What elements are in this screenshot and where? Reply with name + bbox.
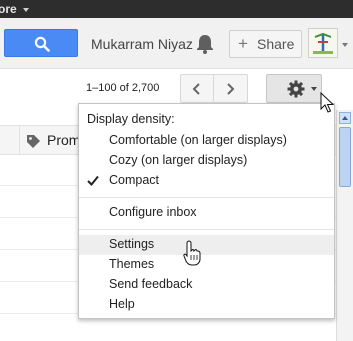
share-button[interactable]: + Share — [229, 30, 302, 58]
scrollbar-thumb[interactable] — [339, 127, 351, 187]
chevron-right-icon — [227, 83, 235, 95]
density-option-comfortable[interactable]: Comfortable (on larger displays) — [79, 131, 334, 151]
density-option-label: Compact — [109, 173, 160, 187]
account-caret-icon[interactable] — [342, 43, 348, 47]
more-caret-icon[interactable] — [23, 8, 29, 12]
scroll-up-arrow-icon — [342, 116, 348, 120]
newer-page-button[interactable] — [214, 74, 248, 103]
menu-item-themes[interactable]: Themes — [79, 255, 334, 275]
account-name[interactable]: Mukarram Niyaz — [91, 36, 193, 52]
scrollbar[interactable] — [336, 110, 353, 341]
menu-item-help[interactable]: Help — [79, 295, 334, 315]
plus-icon: + — [238, 34, 248, 53]
hand-pointer-cursor-icon — [183, 240, 201, 266]
menu-divider — [79, 197, 334, 198]
density-option-label: Cozy (on larger displays) — [109, 153, 248, 167]
avatar[interactable] — [308, 28, 338, 58]
gear-caret-icon — [311, 87, 317, 91]
more-menu-link[interactable]: ore — [0, 2, 17, 16]
menu-item-label: Settings — [109, 237, 155, 251]
tag-icon — [27, 135, 40, 148]
tab-promotions-label: Prom — [47, 132, 81, 148]
older-page-button[interactable] — [180, 74, 214, 103]
top-navigation-bar: ore — [0, 0, 353, 18]
avatar-image — [309, 29, 337, 57]
menu-item-settings[interactable]: Settings — [79, 235, 334, 255]
density-option-cozy[interactable]: Cozy (on larger displays) — [79, 151, 334, 171]
density-option-compact[interactable]: Compact — [79, 171, 334, 191]
configure-inbox-item[interactable]: Configure inbox — [79, 203, 334, 223]
app-header: Mukarram Niyaz + Share — [0, 18, 353, 69]
menu-item-label: Themes — [109, 257, 155, 271]
settings-gear-button[interactable] — [266, 74, 322, 103]
menu-item-send-feedback[interactable]: Send feedback — [79, 275, 334, 295]
notification-bell-icon[interactable] — [195, 33, 215, 55]
scroll-up-button[interactable] — [339, 112, 351, 124]
pagination-count: 1–100 of 2,700 — [86, 82, 160, 94]
checkmark-icon — [87, 175, 99, 186]
search-button[interactable] — [4, 29, 78, 57]
chevron-left-icon — [192, 83, 200, 95]
share-label: Share — [257, 36, 295, 52]
display-density-heading: Display density: — [87, 112, 175, 126]
density-option-label: Comfortable (on larger displays) — [109, 133, 287, 147]
menu-divider — [79, 229, 334, 230]
arrow-cursor-icon — [320, 92, 334, 113]
menu-item-label: Help — [109, 297, 135, 311]
configure-inbox-label: Configure inbox — [109, 205, 197, 219]
settings-dropdown-menu: Display density: Comfortable (on larger … — [78, 103, 335, 319]
gear-icon — [287, 80, 305, 98]
menu-item-label: Send feedback — [109, 277, 193, 291]
search-icon — [34, 36, 50, 52]
